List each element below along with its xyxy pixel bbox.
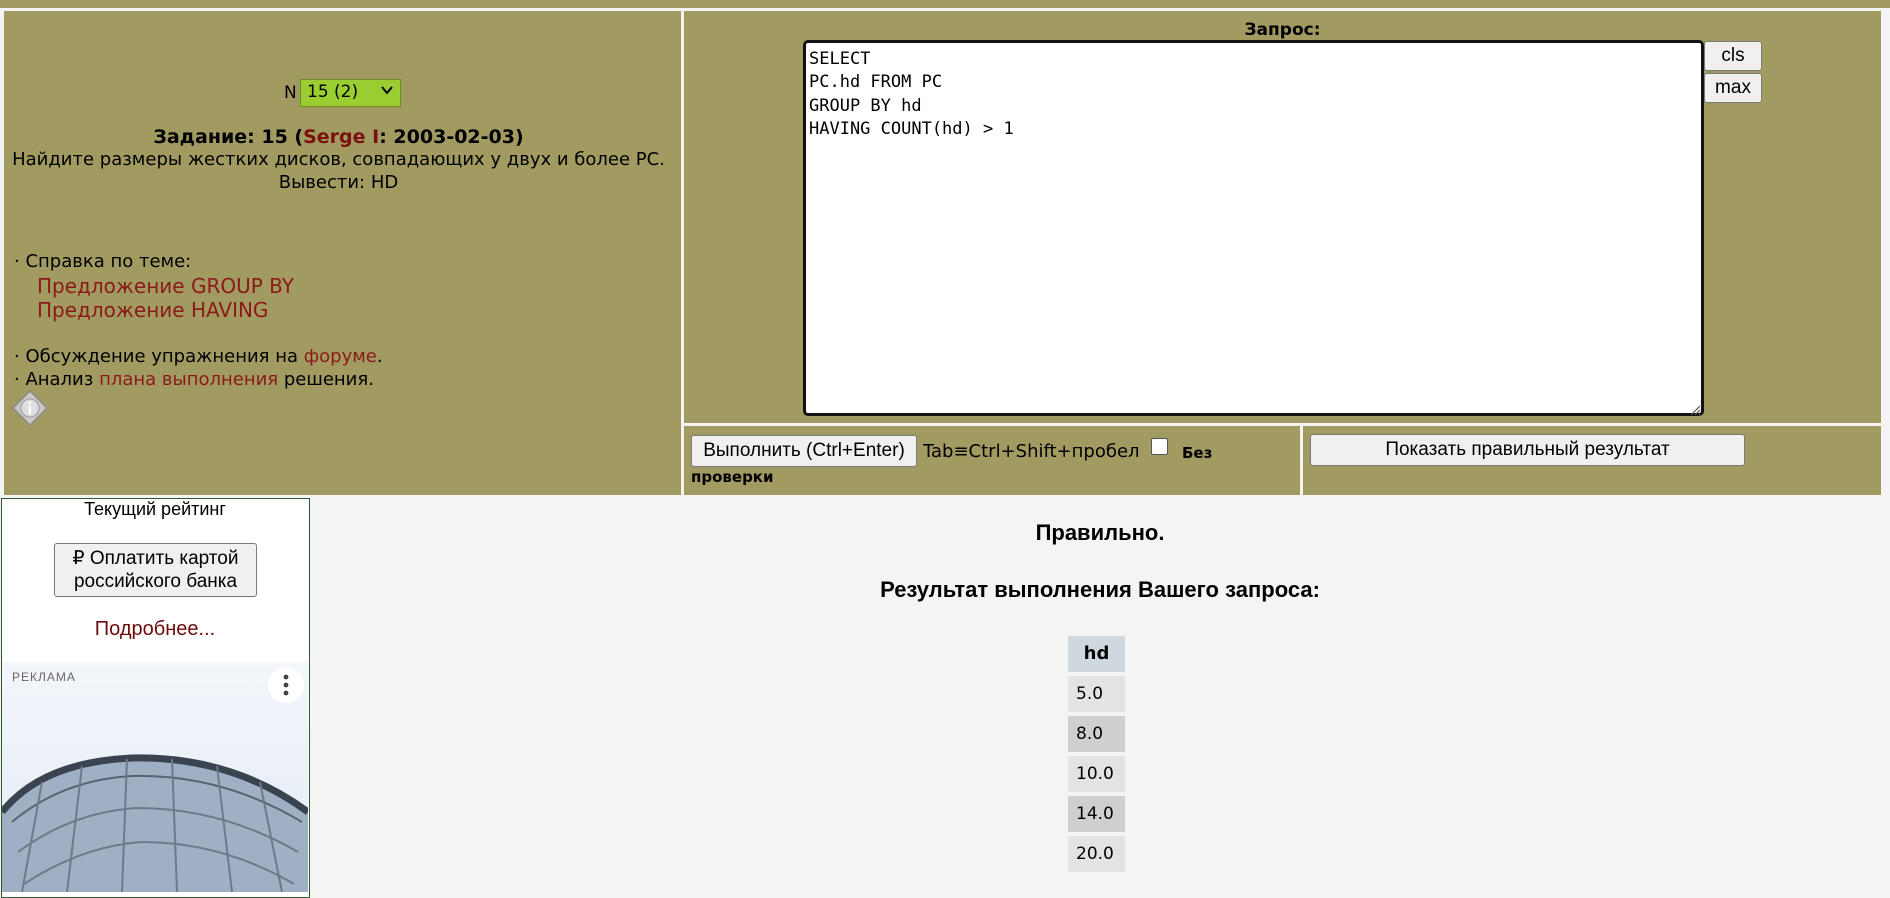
task-description: Найдите размеры жестких дисков, совпадаю… — [12, 149, 665, 170]
task-author-link[interactable]: Serge I — [303, 126, 379, 148]
ad-image[interactable] — [2, 662, 308, 892]
task-number-label: N — [284, 83, 297, 103]
resize-grip-icon[interactable] — [1689, 401, 1701, 416]
run-query-button[interactable]: Выполнить (Ctrl+Enter) — [691, 435, 917, 467]
tab-shortcut-hint: Tab≡Ctrl+Shift+пробел — [923, 441, 1140, 462]
chevron-down-icon — [380, 83, 394, 101]
task-select-value: 15 (2) — [307, 82, 359, 102]
no-check-label: Без — [1182, 444, 1213, 462]
sql-query-editor[interactable]: SELECT PC.hd FROM PC GROUP BY hd HAVING … — [803, 40, 1704, 416]
forum-line: · Обсуждение упражнения на форуме. — [14, 346, 383, 367]
help-link-having[interactable]: Предложение HAVING — [37, 298, 268, 322]
task-title-prefix: Задание: 15 ( — [153, 126, 304, 148]
ad-label: РЕКЛАМА — [12, 670, 76, 684]
maximize-button[interactable]: max — [1704, 73, 1762, 103]
table-header-hd: hd — [1068, 636, 1125, 672]
table-cell: 8.0 — [1068, 716, 1125, 752]
top-strip — [0, 0, 1890, 8]
help-heading: · Справка по теме: — [14, 251, 192, 272]
rating-title: Текущий рейтинг — [84, 499, 226, 519]
more-vert-icon[interactable] — [268, 667, 304, 703]
task-select[interactable]: 15 (2) — [300, 79, 401, 107]
result-status: Правильно. — [1035, 520, 1165, 545]
forum-prefix: · Обсуждение упражнения на — [14, 346, 304, 367]
task-title-suffix: : 2003-02-03) — [379, 126, 524, 148]
pay-button-line-2: российского банка — [73, 571, 238, 592]
info-icon[interactable] — [11, 389, 49, 427]
task-output: Вывести: HD — [278, 172, 399, 193]
plan-link[interactable]: плана выполнения — [99, 369, 278, 390]
show-correct-result-button[interactable]: Показать правильный результат — [1310, 434, 1745, 466]
plan-suffix: решения. — [278, 369, 374, 390]
table-cell: 20.0 — [1068, 836, 1125, 872]
result-heading: Результат выполнения Вашего запроса: — [880, 577, 1320, 602]
table-cell: 10.0 — [1068, 756, 1125, 792]
query-label: Запрос: — [1244, 20, 1321, 40]
table-cell: 14.0 — [1068, 796, 1125, 832]
no-check-label-continued: проверки — [691, 468, 774, 486]
plan-prefix: · Анализ — [14, 369, 100, 390]
clear-button[interactable]: cls — [1704, 41, 1762, 71]
task-title: Задание: 15 (Serge I: 2003-02-03) — [0, 126, 677, 148]
result-table: hd 5.0 8.0 10.0 14.0 20.0 — [1068, 636, 1125, 876]
more-info-link[interactable]: Подробнее... — [0, 618, 310, 641]
forum-suffix: . — [376, 346, 383, 367]
no-check-checkbox[interactable] — [1151, 438, 1168, 455]
forum-link[interactable]: форуме — [304, 346, 377, 367]
pay-card-button[interactable]: ₽ Оплатить картой российского банка — [54, 543, 257, 597]
table-cell: 5.0 — [1068, 676, 1125, 712]
plan-line: · Анализ плана выполнения решения. — [14, 369, 374, 390]
pay-button-line-1: ₽ Оплатить картой — [72, 548, 239, 569]
help-link-group-by[interactable]: Предложение GROUP BY — [37, 274, 294, 298]
